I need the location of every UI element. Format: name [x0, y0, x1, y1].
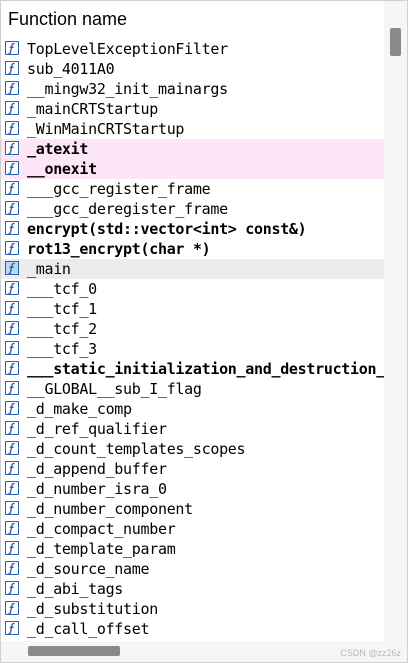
function-row[interactable]: encrypt(std::vector<int> const&)	[1, 219, 384, 239]
function-row[interactable]: _d_append_buffer	[1, 459, 384, 479]
function-name: sub_4011A0	[27, 60, 115, 78]
function-row[interactable]: _d_abi_tags	[1, 579, 384, 599]
column-header-label: Function name	[8, 9, 128, 29]
function-row[interactable]: _d_substitution	[1, 599, 384, 619]
function-name: _d_template_param	[27, 540, 176, 558]
function-row[interactable]: ___tcf_3	[1, 339, 384, 359]
function-name: _d_count_templates_scopes	[27, 440, 246, 458]
function-row[interactable]: _WinMainCRTStartup	[1, 119, 384, 139]
function-name: ___tcf_1	[27, 300, 97, 318]
vertical-scrollbar-thumb[interactable]	[390, 28, 401, 56]
function-icon	[5, 261, 19, 275]
function-name: ___static_initialization_and_destruction…	[27, 360, 384, 378]
function-row[interactable]: ___tcf_1	[1, 299, 384, 319]
function-name: _d_append_buffer	[27, 460, 167, 478]
function-icon	[5, 601, 19, 615]
function-row[interactable]: _d_ref_qualifier	[1, 419, 384, 439]
function-name: _d_number_isra_0	[27, 480, 167, 498]
watermark: CSDN @zz26z	[340, 648, 401, 658]
function-icon	[5, 561, 19, 575]
function-icon	[5, 321, 19, 335]
function-row[interactable]: _d_call_offset	[1, 619, 384, 639]
function-row[interactable]: __mingw32_init_mainargs	[1, 79, 384, 99]
function-icon	[5, 501, 19, 515]
function-row[interactable]: _mainCRTStartup	[1, 99, 384, 119]
function-icon	[5, 541, 19, 555]
function-name: ___gcc_deregister_frame	[27, 200, 228, 218]
vertical-scrollbar[interactable]	[384, 1, 407, 641]
function-name: ___gcc_register_frame	[27, 180, 211, 198]
function-name: encrypt(std::vector<int> const&)	[27, 220, 307, 238]
function-name: _atexit	[27, 140, 89, 158]
function-row[interactable]: __GLOBAL__sub_I_flag	[1, 379, 384, 399]
function-row[interactable]: TopLevelExceptionFilter	[1, 39, 384, 59]
function-icon	[5, 481, 19, 495]
column-header[interactable]: Function name	[1, 1, 384, 39]
function-icon	[5, 621, 19, 635]
function-icon	[5, 361, 19, 375]
function-icon	[5, 581, 19, 595]
function-name: ___tcf_3	[27, 340, 97, 358]
function-icon	[5, 461, 19, 475]
function-row[interactable]: _d_source_name	[1, 559, 384, 579]
function-name: ___tcf_2	[27, 320, 97, 338]
function-icon	[5, 441, 19, 455]
function-icon	[5, 181, 19, 195]
function-name: _d_make_comp	[27, 400, 132, 418]
function-icon	[5, 241, 19, 255]
function-row[interactable]: _d_template_param	[1, 539, 384, 559]
function-row[interactable]: _d_number_isra_0	[1, 479, 384, 499]
function-icon	[5, 121, 19, 135]
function-row[interactable]: ___gcc_register_frame	[1, 179, 384, 199]
function-row[interactable]: _d_compact_number	[1, 519, 384, 539]
function-name: _main	[27, 260, 71, 278]
function-row[interactable]: _main	[1, 259, 384, 279]
function-icon	[5, 301, 19, 315]
function-icon	[5, 281, 19, 295]
function-row[interactable]: _d_make_comp	[1, 399, 384, 419]
function-name: _d_substitution	[27, 600, 158, 618]
function-name: __GLOBAL__sub_I_flag	[27, 380, 202, 398]
function-name: TopLevelExceptionFilter	[27, 40, 228, 58]
function-name: _d_compact_number	[27, 520, 176, 538]
function-name: _d_number_component	[27, 500, 193, 518]
function-row[interactable]: ___tcf_0	[1, 279, 384, 299]
function-name: _d_call_offset	[27, 620, 150, 638]
function-name: rot13_encrypt(char *)	[27, 240, 211, 258]
function-name: __onexit	[27, 160, 97, 178]
function-icon	[5, 161, 19, 175]
function-icon	[5, 341, 19, 355]
function-name: _d_source_name	[27, 560, 150, 578]
function-row[interactable]: sub_4011A0	[1, 59, 384, 79]
function-name: _mainCRTStartup	[27, 100, 158, 118]
function-row[interactable]: ___tcf_2	[1, 319, 384, 339]
function-icon	[5, 61, 19, 75]
function-list: TopLevelExceptionFilter sub_4011A0 __mingw…	[1, 39, 384, 639]
function-row[interactable]: ___gcc_deregister_frame	[1, 199, 384, 219]
function-row[interactable]: _d_number_component	[1, 499, 384, 519]
function-name: _d_abi_tags	[27, 580, 124, 598]
function-name: __mingw32_init_mainargs	[27, 80, 228, 98]
function-icon	[5, 421, 19, 435]
function-icon	[5, 81, 19, 95]
function-row[interactable]: ___static_initialization_and_destruction…	[1, 359, 384, 379]
function-row[interactable]: _d_count_templates_scopes	[1, 439, 384, 459]
function-name: _d_ref_qualifier	[27, 420, 167, 438]
horizontal-scrollbar-thumb[interactable]	[28, 646, 120, 656]
function-row[interactable]: _atexit	[1, 139, 384, 159]
function-row[interactable]: __onexit	[1, 159, 384, 179]
function-list-window: Function name TopLevelExceptionFilter sub…	[0, 0, 408, 663]
function-icon	[5, 221, 19, 235]
function-icon	[5, 401, 19, 415]
function-name: ___tcf_0	[27, 280, 97, 298]
function-icon	[5, 201, 19, 215]
function-icon	[5, 381, 19, 395]
function-icon	[5, 101, 19, 115]
function-icon	[5, 141, 19, 155]
function-icon	[5, 41, 19, 55]
function-icon	[5, 521, 19, 535]
function-row[interactable]: rot13_encrypt(char *)	[1, 239, 384, 259]
function-name: _WinMainCRTStartup	[27, 120, 185, 138]
